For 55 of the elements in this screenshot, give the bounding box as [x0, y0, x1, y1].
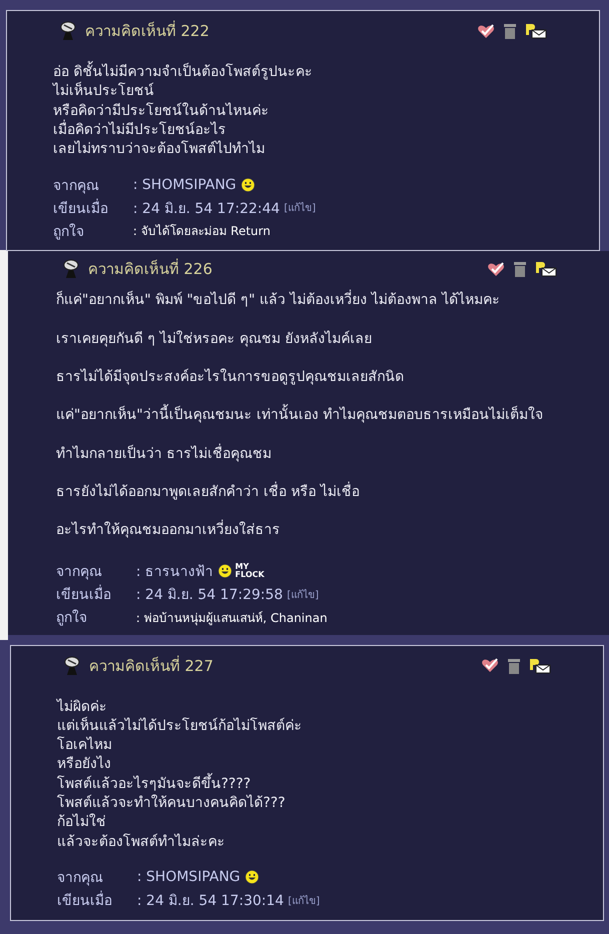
comment-line: ไม่ผิดค่ะ [57, 698, 108, 716]
heart-check-icon[interactable] [477, 24, 495, 38]
comment-line: หรือคิดว่ามีประโยชน์ในด้านไหนค่ะ [53, 102, 270, 120]
comment-title: ความคิดเห็นที่ 227 [89, 654, 214, 677]
meta-label: เขียนเมื่อ [56, 583, 136, 606]
comment-line: ไม่เห็นประโยชน์ [53, 82, 155, 102]
meta-value: : 24 มิ.ย. 54 17:22:44 [133, 200, 280, 219]
comment-title: ความคิดเห็นที่ 226 [88, 258, 212, 280]
comment-line: หรือยังไง [57, 755, 112, 773]
heart-check-icon[interactable] [487, 262, 505, 277]
comment-line: ก้อไม่ใช่ [57, 813, 107, 832]
comment-line: โอเคไหม [57, 736, 113, 756]
comment-paragraph: ทำไมกลายเป็นว่า ธารไม่เชื่อคุณชม [56, 444, 272, 464]
meta-label: จากคุณ [57, 869, 104, 888]
heart-check-icon[interactable] [481, 658, 499, 674]
meta-value: : SHOMSIPANG [137, 869, 240, 886]
comment-paragraph: อะไรทำให้คุณชมออกมาเหวี่ยงใส่ธาร [56, 521, 609, 541]
comment-paragraph: เราเคยคุยกันดี ๆ ไม่ใช่หรอคะ คุณชม ยังหลังไมค์เลย [56, 330, 373, 349]
trash-icon[interactable] [513, 261, 527, 278]
private-message-icon[interactable] [525, 23, 547, 39]
meta-value: : 24 มิ.ย. 54 17:30:14 [137, 892, 284, 912]
comment-line: แล้วจะต้องโพสต์ทำไมล่ะคะ [57, 832, 226, 852]
comment-title: ความคิดเห็นที่ 222 [85, 20, 210, 42]
avatar-icon [59, 20, 77, 42]
meta-label: จากคุณ [53, 176, 100, 196]
comment-line: เมื่อคิดว่าไม่มีประโยชน์อะไร [53, 120, 227, 140]
meta-label: ถูกใจ [56, 608, 88, 628]
meta-value: : 24 มิ.ย. 54 17:29:58 [136, 586, 283, 606]
comment-line: โพสต์แล้วจะทำให้คนบางคนคิดได้??? [57, 794, 286, 814]
comment-line: อ่อ ดิชั้นไม่มีความจำเป็นต้องโพสต์รูปนะคะ [53, 63, 599, 82]
meta-value: : พ่อบ้านหนุ่มผู้แสนเสน่ห์, Chaninan [136, 610, 328, 627]
group-label: MY FLOCK [235, 563, 266, 580]
edit-link[interactable]: [แก้ไข] [286, 586, 319, 602]
private-message-icon[interactable] [535, 261, 557, 278]
edit-link[interactable]: [แก้ไข] [284, 200, 316, 216]
avatar-icon [62, 258, 80, 280]
comment-paragraph: ธารไม่ได้มีจุดประสงค์อะไรในการขอดูรูปคุณชมเลยสักนิด [56, 368, 405, 388]
trash-icon[interactable] [507, 658, 521, 674]
comment-paragraph: แค่"อยากเห็น"ว่านี้เป็นคุณชมนะ เท่านั้นเอง ทำไมคุณชมตอบธารเหมือนไม่เต็มใจ [56, 406, 609, 426]
avatar-icon [63, 654, 81, 677]
private-message-icon[interactable] [529, 658, 551, 674]
comment-paragraph: ธารยังไม่ได้ออกมาพูดเลยสักคำว่า เชื่อ หรือ ไม่เชื่อ [56, 482, 360, 502]
meta-value: : SHOMSIPANG [133, 176, 236, 193]
comment-line: เลยไม่ทราบว่าจะต้องโพสต์ไปทำไม [53, 140, 266, 160]
meta-label: เขียนเมื่อ [57, 889, 137, 912]
comment-paragraph: ก็แค่"อยากเห็น" พิมพ์ "ขอไปดี ๆ" แล้ว ไม่ต้องเหวี่ยง ไม่ต้องพาล ได้ไหมคะ [56, 291, 609, 311]
edit-link[interactable]: [แก้ไข] [288, 892, 320, 908]
trash-icon[interactable] [503, 23, 517, 39]
comment-line: แต่เห็นแล้วไม่ได้ประโยชน์ก้อไม่โพสต์ค่ะ [57, 716, 303, 736]
meta-label: จากคุณ [56, 563, 103, 582]
meta-label: เขียนเมื่อ [53, 198, 109, 219]
comment-line: โพสต์แล้วอะไรๆมันจะดีขึ้น???? [57, 774, 603, 794]
meta-value: : ธารนางฟ้า [136, 563, 214, 582]
meta-label: ถูกใจ [53, 222, 85, 242]
meta-value: : จับได้โดยละม่อม Return [133, 223, 270, 240]
